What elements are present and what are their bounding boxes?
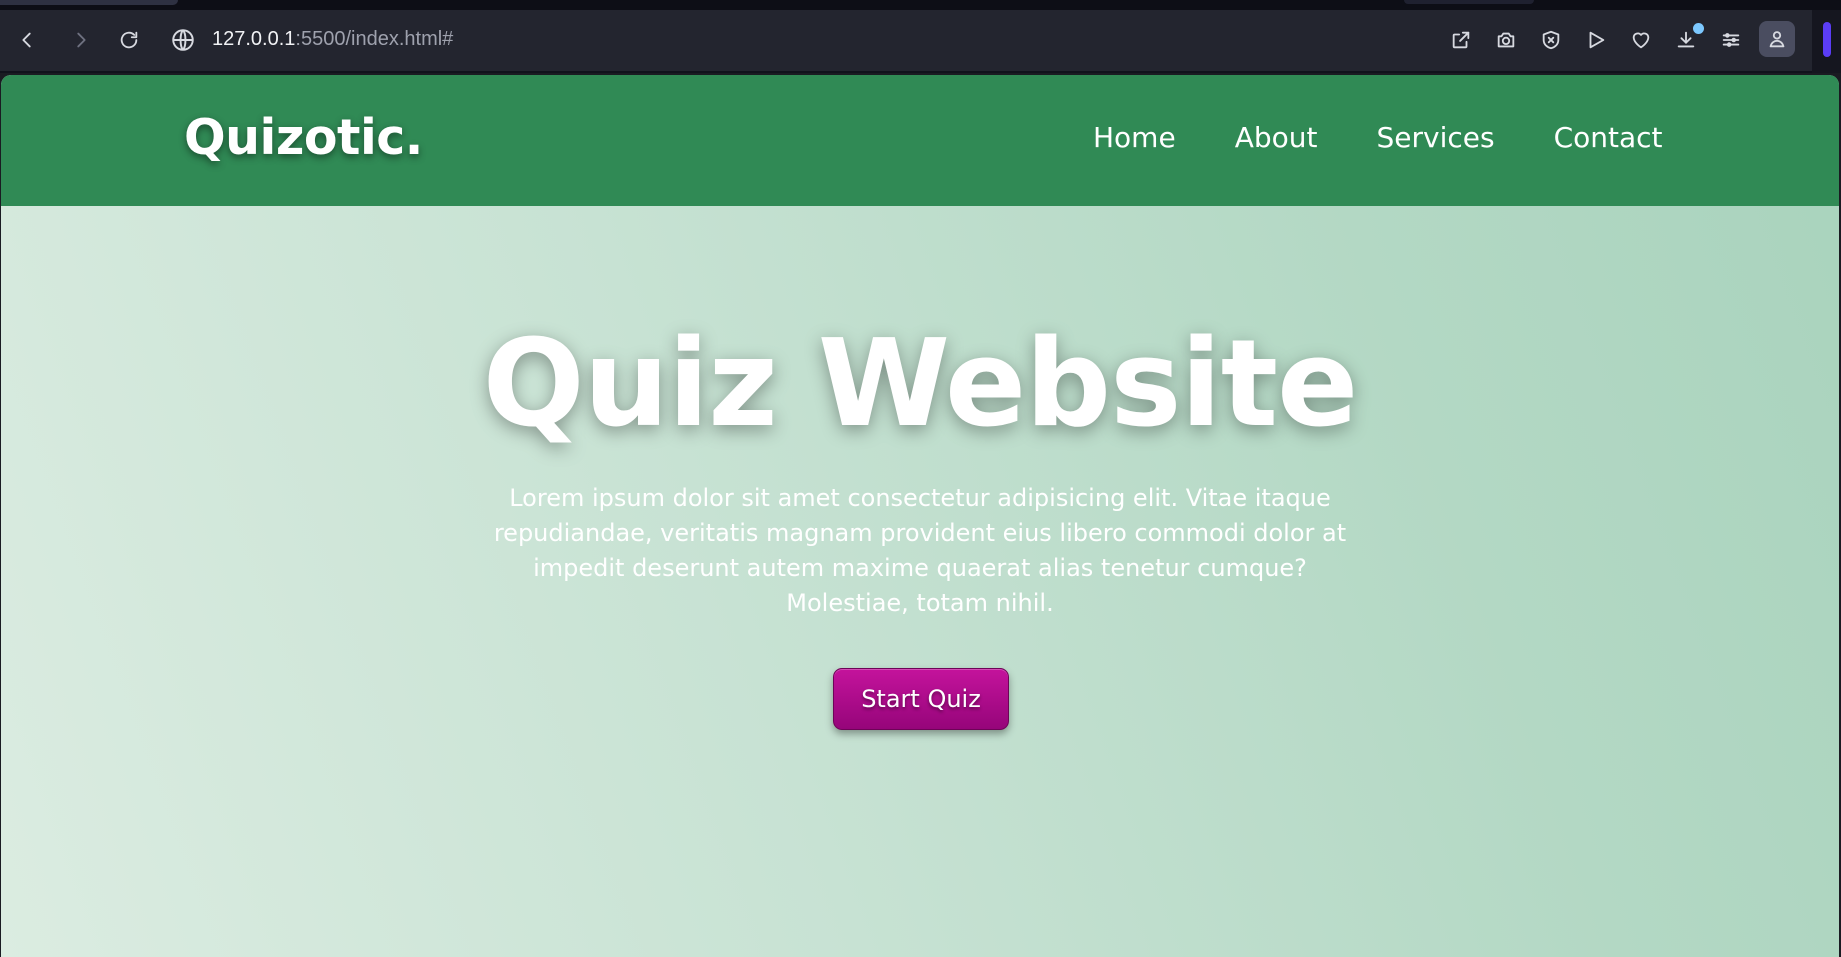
url-path: :5500/index.html# (295, 28, 454, 50)
forward-icon[interactable] (63, 22, 99, 58)
web-page: Quizotic. Home About Services Contact Qu… (1, 75, 1839, 957)
hero-title: Quiz Website (482, 315, 1359, 454)
url-host: 127.0.0.1 (212, 28, 296, 50)
nav-menu: Home About Services Contact (1093, 121, 1663, 154)
start-quiz-button[interactable]: Start Quiz (833, 668, 1009, 730)
site-navbar: Quizotic. Home About Services Contact (1, 75, 1839, 206)
hero-description: Lorem ipsum dolor sit amet consectetur a… (493, 484, 1347, 617)
heart-icon[interactable] (1623, 22, 1659, 58)
share-icon[interactable] (1443, 22, 1479, 58)
tab-strip (0, 0, 1841, 10)
side-panel-indicator[interactable] (1823, 22, 1831, 57)
nav-link-contact[interactable]: Contact (1554, 121, 1663, 154)
nav-link-about[interactable]: About (1235, 121, 1318, 154)
back-icon[interactable] (9, 22, 45, 58)
profile-icon[interactable] (1759, 21, 1795, 57)
browser-viewport: Quizotic. Home About Services Contact Qu… (0, 73, 1841, 957)
site-logo[interactable]: Quizotic. (184, 109, 423, 166)
menu-icon[interactable] (1713, 22, 1749, 58)
browser-tab[interactable] (0, 0, 178, 5)
browser-tab-inactive[interactable] (1404, 0, 1534, 4)
camera-icon[interactable] (1488, 22, 1524, 58)
address-bar[interactable]: 127.0.0.1:5500/index.html# (212, 28, 453, 52)
nav-link-services[interactable]: Services (1376, 121, 1494, 154)
globe-icon[interactable] (170, 27, 196, 53)
shield-icon[interactable] (1533, 22, 1569, 58)
reload-icon[interactable] (111, 22, 147, 58)
send-icon[interactable] (1578, 22, 1614, 58)
nav-link-home[interactable]: Home (1093, 121, 1176, 154)
download-badge (1693, 23, 1704, 34)
